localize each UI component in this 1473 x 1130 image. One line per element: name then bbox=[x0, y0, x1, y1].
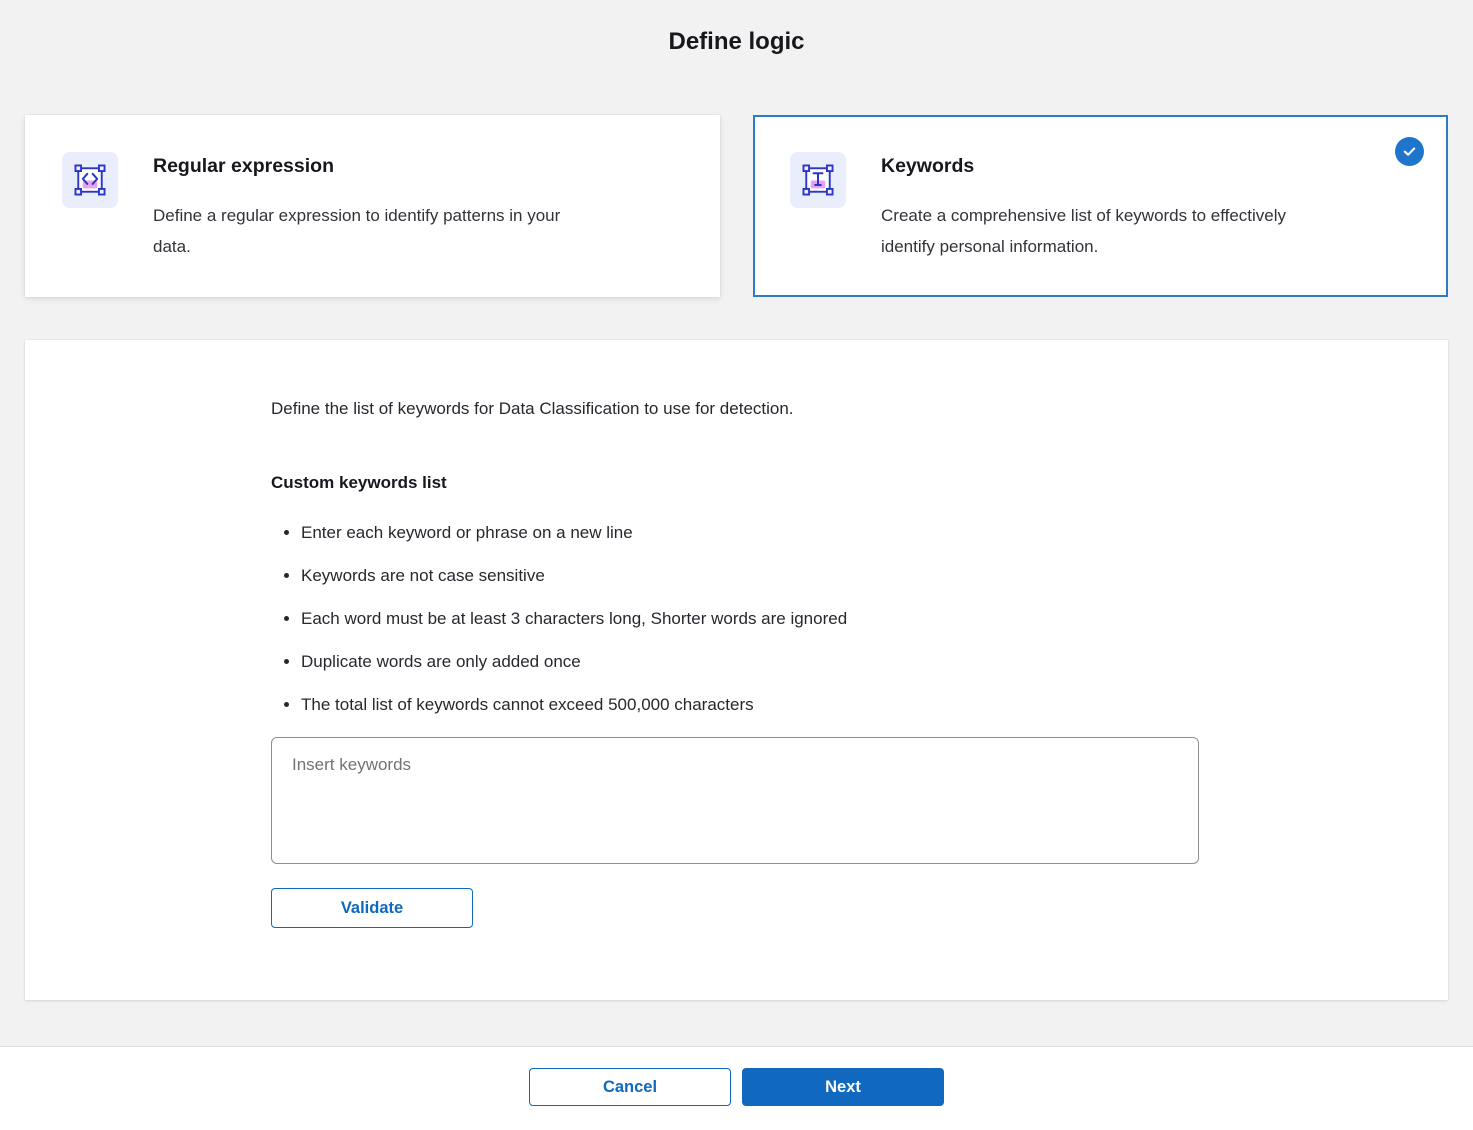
keyword-rule-item: Each word must be at least 3 characters … bbox=[301, 607, 1388, 631]
keywords-card-body: Keywords Create a comprehensive list of … bbox=[881, 152, 1296, 295]
keywords-card-description: Create a comprehensive list of keywords … bbox=[881, 200, 1296, 262]
text-selection-icon bbox=[799, 161, 837, 199]
keywords-intro-text: Define the list of keywords for Data Cla… bbox=[271, 397, 1388, 421]
method-card-keywords[interactable]: Keywords Create a comprehensive list of … bbox=[753, 115, 1448, 297]
regex-icon-tile bbox=[62, 152, 118, 208]
keyword-rule-item: Enter each keyword or phrase on a new li… bbox=[301, 521, 1388, 545]
method-card-regular-expression[interactable]: Regular expression Define a regular expr… bbox=[25, 115, 720, 297]
keywords-card-title: Keywords bbox=[881, 154, 1296, 178]
detection-method-cards: Regular expression Define a regular expr… bbox=[25, 115, 1448, 297]
regex-card-description: Define a regular expression to identify … bbox=[153, 200, 568, 262]
cancel-button[interactable]: Cancel bbox=[529, 1068, 731, 1106]
validate-button[interactable]: Validate bbox=[271, 888, 473, 928]
selected-check-icon bbox=[1395, 137, 1424, 166]
custom-keywords-list-heading: Custom keywords list bbox=[271, 473, 1388, 493]
regex-card-body: Regular expression Define a regular expr… bbox=[153, 152, 568, 297]
keywords-definition-panel: Define the list of keywords for Data Cla… bbox=[25, 340, 1448, 1000]
keyword-rule-item: Keywords are not case sensitive bbox=[301, 564, 1388, 588]
keywords-input[interactable] bbox=[271, 737, 1199, 864]
footer-action-bar: Cancel Next bbox=[0, 1046, 1473, 1130]
keywords-icon-tile bbox=[790, 152, 846, 208]
keyword-rule-item: Duplicate words are only added once bbox=[301, 650, 1388, 674]
regex-card-title: Regular expression bbox=[153, 154, 568, 178]
page-title: Define logic bbox=[0, 0, 1473, 58]
regex-selection-icon bbox=[71, 161, 109, 199]
keyword-rules-list: Enter each keyword or phrase on a new li… bbox=[271, 521, 1388, 717]
keyword-rule-item: The total list of keywords cannot exceed… bbox=[301, 693, 1388, 717]
next-button[interactable]: Next bbox=[742, 1068, 944, 1106]
